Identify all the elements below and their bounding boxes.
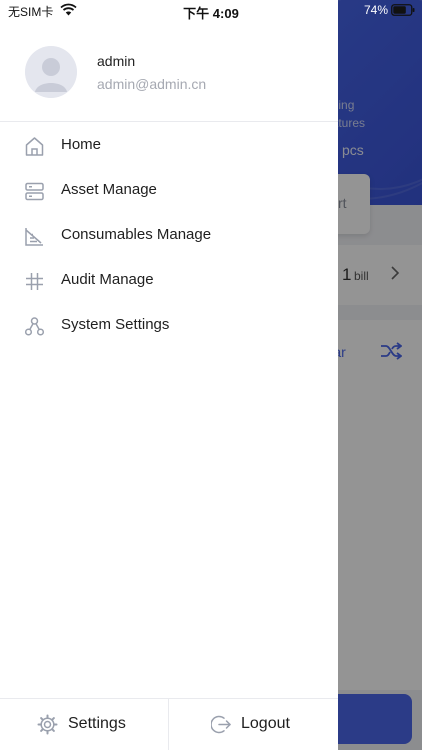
logout-label: Logout <box>241 715 290 732</box>
user-avatar-icon <box>25 46 77 98</box>
menu-item-label: Audit Manage <box>61 271 154 288</box>
menu-item-asset-manage[interactable]: Asset Manage <box>0 168 338 213</box>
menu-item-label: System Settings <box>61 316 170 333</box>
menu-item-label: Asset Manage <box>61 181 157 198</box>
menu-item-system-settings[interactable]: System Settings <box>0 303 338 348</box>
menu-item-audit-manage[interactable]: Audit Manage <box>0 258 338 303</box>
battery-icon <box>391 4 415 16</box>
home-icon <box>25 137 44 156</box>
chart-icon <box>25 228 43 246</box>
nodes-icon <box>24 317 45 336</box>
profile-name: admin <box>97 53 136 69</box>
clock: 下午 4:09 <box>183 6 239 21</box>
hash-icon <box>26 273 43 290</box>
profile-email: admin@admin.cn <box>97 76 207 92</box>
settings-button[interactable]: Settings <box>0 699 168 750</box>
avatar <box>25 46 77 98</box>
settings-label: Settings <box>68 715 126 732</box>
menu-item-label: Home <box>61 136 102 153</box>
drawer-footer: Settings Logout <box>0 698 338 750</box>
menu-item-consumables-manage[interactable]: Consumables Manage <box>0 213 338 258</box>
logout-icon <box>211 715 231 734</box>
status-bar: 无SIM卡 下午 4:09 74% <box>0 0 422 22</box>
menu-item-label: Consumables Manage <box>61 226 212 243</box>
battery-percentage: 74% <box>364 3 389 17</box>
logout-button[interactable]: Logout <box>169 699 337 750</box>
menu-item-home[interactable]: Home <box>0 123 338 168</box>
gear-icon <box>37 714 58 735</box>
navigation-drawer: admin admin@admin.cn Home Asset Manage C… <box>0 0 338 750</box>
server-icon <box>25 182 44 201</box>
profile-header[interactable]: admin admin@admin.cn <box>0 22 338 122</box>
drawer-menu: Home Asset Manage Consumables Manage Aud… <box>0 123 338 348</box>
